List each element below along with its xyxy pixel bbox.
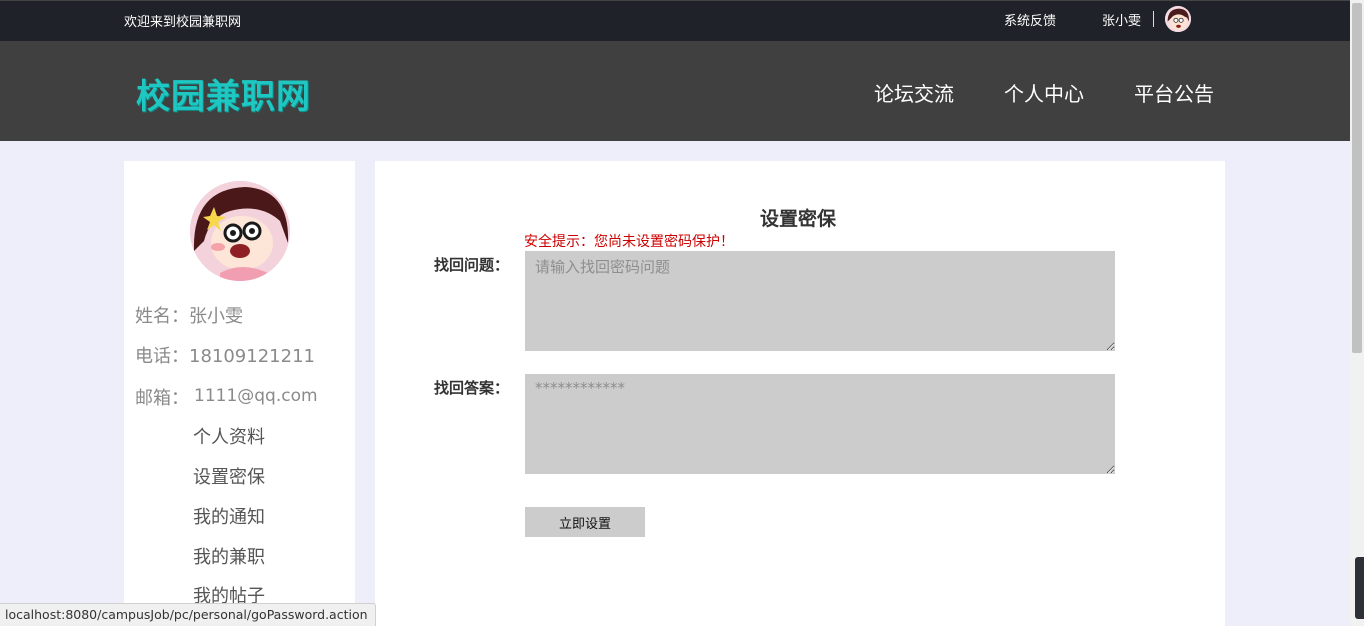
answer-input[interactable] xyxy=(525,374,1115,474)
side-widget xyxy=(1355,557,1364,619)
divider xyxy=(1153,11,1154,27)
nav-personal-center[interactable]: 个人中心 xyxy=(1004,78,1084,107)
avatar xyxy=(190,181,290,281)
email-label: 邮箱： xyxy=(135,388,189,409)
scrollbar-thumb[interactable] xyxy=(1352,3,1362,353)
browser-status-bar: localhost:8080/campusJob/pc/personal/goP… xyxy=(0,603,376,626)
phone-value: 18109121211 xyxy=(189,346,315,367)
question-label: 找回问题： xyxy=(434,256,510,274)
avatar-icon xyxy=(1165,6,1191,32)
username-link[interactable]: 张小雯 xyxy=(1102,10,1141,29)
name-label: 姓名： xyxy=(135,306,189,327)
welcome-text: 欢迎来到校园兼职网 xyxy=(124,15,242,30)
security-form-panel: 设置密保 安全提示：您尚未设置密码保护！ 找回问题： 找回答案： 立即设置 xyxy=(375,161,1225,626)
email-value: 1111@qq.com xyxy=(194,386,318,406)
profile-name: 姓名：张小雯 xyxy=(135,302,243,328)
sidebar-item-notifications[interactable]: 我的通知 xyxy=(193,503,265,529)
phone-label: 电话： xyxy=(135,346,189,367)
title-text: 设置密保 xyxy=(759,208,836,230)
profile-email: 邮箱： 1111@qq.com xyxy=(135,381,318,409)
name-value: 张小雯 xyxy=(189,306,243,327)
site-logo[interactable]: 校园兼职网 xyxy=(136,69,311,118)
question-input[interactable] xyxy=(525,251,1115,351)
site-header: 校园兼职网 论坛交流 个人中心 平台公告 xyxy=(0,41,1350,141)
security-warning: 安全提示：您尚未设置密码保护！ xyxy=(524,234,734,250)
profile-phone: 电话：18109121211 xyxy=(135,342,315,368)
nav-announcements[interactable]: 平台公告 xyxy=(1134,78,1214,107)
user-avatar-small[interactable] xyxy=(1165,6,1191,32)
page-scrollbar[interactable] xyxy=(1350,0,1364,626)
page-title: 设置密保 xyxy=(375,204,1225,231)
top-bar: 欢迎来到校园兼职网 系统反馈 张小雯 xyxy=(0,0,1350,41)
profile-sidebar: 姓名：张小雯 电话：18109121211 邮箱： 1111@qq.com 个人资… xyxy=(124,161,355,626)
sidebar-item-profile[interactable]: 个人资料 xyxy=(193,423,265,449)
feedback-link[interactable]: 系统反馈 xyxy=(1004,10,1056,29)
sidebar-item-my-jobs[interactable]: 我的兼职 xyxy=(193,543,265,569)
submit-button[interactable]: 立即设置 xyxy=(525,507,645,537)
avatar-icon xyxy=(190,181,290,281)
nav-forum[interactable]: 论坛交流 xyxy=(874,78,954,107)
answer-label: 找回答案： xyxy=(434,379,510,397)
sidebar-item-security[interactable]: 设置密保 xyxy=(193,463,265,489)
